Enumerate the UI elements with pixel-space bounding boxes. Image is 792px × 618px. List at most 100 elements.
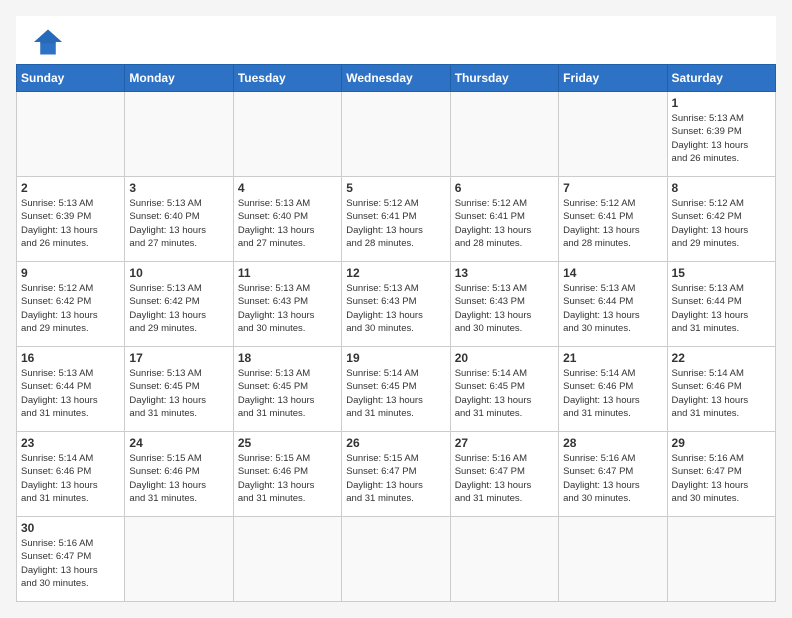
calendar-day-cell — [17, 92, 125, 177]
day-info: Sunrise: 5:13 AM Sunset: 6:43 PM Dayligh… — [346, 282, 445, 335]
weekday-row: SundayMondayTuesdayWednesdayThursdayFrid… — [17, 65, 776, 92]
calendar-day-cell: 10Sunrise: 5:13 AM Sunset: 6:42 PM Dayli… — [125, 262, 233, 347]
calendar-day-cell: 18 Sunrise: 5:13 AM Sunset: 6:45 PM Dayli… — [233, 347, 341, 432]
calendar-day-cell — [342, 92, 450, 177]
day-info: Sunrise: 5:13 AM Sunset: 6:44 PM Dayligh… — [672, 282, 771, 335]
calendar-week-row: 1Sunrise: 5:13 AM Sunset: 6:39 PM Daylig… — [17, 92, 776, 177]
day-number: 21 — [563, 351, 662, 365]
day-info: Sunrise: 5:13 AM Sunset: 6:45 PM Dayligh… — [129, 367, 228, 420]
calendar-day-cell: 5 Sunrise: 5:12 AM Sunset: 6:41 PM Daylig… — [342, 177, 450, 262]
calendar-day-cell: 8Sunrise: 5:12 AM Sunset: 6:42 PM Daylig… — [667, 177, 775, 262]
calendar-day-cell: 26 Sunrise: 5:15 AM Sunset: 6:47 PM Dayli… — [342, 432, 450, 517]
calendar-day-cell — [667, 517, 775, 602]
calendar-day-cell: 19 Sunrise: 5:14 AM Sunset: 6:45 PM Dayli… — [342, 347, 450, 432]
day-info: Sunrise: 5:12 AM Sunset: 6:41 PM Dayligh… — [346, 197, 445, 250]
day-info: Sunrise: 5:13 AM Sunset: 6:42 PM Dayligh… — [129, 282, 228, 335]
calendar-day-cell — [125, 92, 233, 177]
calendar-day-cell: 16 Sunrise: 5:13 AM Sunset: 6:44 PM Dayli… — [17, 347, 125, 432]
day-info: Sunrise: 5:14 AM Sunset: 6:46 PM Dayligh… — [21, 452, 120, 505]
calendar-day-cell: 11 Sunrise: 5:13 AM Sunset: 6:43 PM Dayli… — [233, 262, 341, 347]
day-info: Sunrise: 5:13 AM Sunset: 6:39 PM Dayligh… — [672, 112, 771, 165]
calendar-day-cell: 20Sunrise: 5:14 AM Sunset: 6:45 PM Dayli… — [450, 347, 558, 432]
day-info: Sunrise: 5:14 AM Sunset: 6:46 PM Dayligh… — [563, 367, 662, 420]
calendar-day-cell: 24 Sunrise: 5:15 AM Sunset: 6:46 PM Dayli… — [125, 432, 233, 517]
calendar-day-cell — [342, 517, 450, 602]
weekday-header: Wednesday — [342, 65, 450, 92]
day-number: 18 — [238, 351, 337, 365]
logo — [32, 28, 68, 56]
calendar-day-cell — [450, 517, 558, 602]
calendar-day-cell: 27 Sunrise: 5:16 AM Sunset: 6:47 PM Dayli… — [450, 432, 558, 517]
calendar-day-cell: 9Sunrise: 5:12 AM Sunset: 6:42 PM Daylig… — [17, 262, 125, 347]
day-info: Sunrise: 5:13 AM Sunset: 6:44 PM Dayligh… — [21, 367, 120, 420]
calendar-week-row: 9Sunrise: 5:12 AM Sunset: 6:42 PM Daylig… — [17, 262, 776, 347]
calendar-day-cell — [559, 517, 667, 602]
day-number: 5 — [346, 181, 445, 195]
calendar-day-cell — [450, 92, 558, 177]
day-info: Sunrise: 5:15 AM Sunset: 6:47 PM Dayligh… — [346, 452, 445, 505]
logo-icon — [32, 28, 64, 56]
day-number: 22 — [672, 351, 771, 365]
day-info: Sunrise: 5:13 AM Sunset: 6:43 PM Dayligh… — [455, 282, 554, 335]
day-number: 30 — [21, 521, 120, 535]
day-info: Sunrise: 5:12 AM Sunset: 6:41 PM Dayligh… — [563, 197, 662, 250]
day-info: Sunrise: 5:15 AM Sunset: 6:46 PM Dayligh… — [238, 452, 337, 505]
calendar-day-cell: 2Sunrise: 5:13 AM Sunset: 6:39 PM Daylig… — [17, 177, 125, 262]
day-number: 23 — [21, 436, 120, 450]
day-number: 12 — [346, 266, 445, 280]
day-info: Sunrise: 5:13 AM Sunset: 6:40 PM Dayligh… — [238, 197, 337, 250]
day-info: Sunrise: 5:14 AM Sunset: 6:45 PM Dayligh… — [346, 367, 445, 420]
day-info: Sunrise: 5:13 AM Sunset: 6:45 PM Dayligh… — [238, 367, 337, 420]
day-number: 28 — [563, 436, 662, 450]
calendar-day-cell: 30Sunrise: 5:16 AM Sunset: 6:47 PM Dayli… — [17, 517, 125, 602]
calendar-day-cell: 23 Sunrise: 5:14 AM Sunset: 6:46 PM Dayli… — [17, 432, 125, 517]
day-number: 9 — [21, 266, 120, 280]
day-number: 4 — [238, 181, 337, 195]
day-number: 20 — [455, 351, 554, 365]
day-number: 16 — [21, 351, 120, 365]
day-number: 6 — [455, 181, 554, 195]
day-number: 2 — [21, 181, 120, 195]
calendar-day-cell: 29 Sunrise: 5:16 AM Sunset: 6:47 PM Dayli… — [667, 432, 775, 517]
day-info: Sunrise: 5:16 AM Sunset: 6:47 PM Dayligh… — [455, 452, 554, 505]
calendar-day-cell: 6 Sunrise: 5:12 AM Sunset: 6:41 PM Daylig… — [450, 177, 558, 262]
day-number: 24 — [129, 436, 228, 450]
day-number: 27 — [455, 436, 554, 450]
weekday-header: Saturday — [667, 65, 775, 92]
day-info: Sunrise: 5:14 AM Sunset: 6:46 PM Dayligh… — [672, 367, 771, 420]
calendar-day-cell: 17 Sunrise: 5:13 AM Sunset: 6:45 PM Dayli… — [125, 347, 233, 432]
day-number: 19 — [346, 351, 445, 365]
calendar-day-cell: 7 Sunrise: 5:12 AM Sunset: 6:41 PM Daylig… — [559, 177, 667, 262]
day-number: 14 — [563, 266, 662, 280]
day-info: Sunrise: 5:13 AM Sunset: 6:43 PM Dayligh… — [238, 282, 337, 335]
calendar-table: SundayMondayTuesdayWednesdayThursdayFrid… — [16, 64, 776, 602]
day-number: 26 — [346, 436, 445, 450]
day-number: 29 — [672, 436, 771, 450]
day-number: 17 — [129, 351, 228, 365]
day-number: 7 — [563, 181, 662, 195]
calendar-header: SundayMondayTuesdayWednesdayThursdayFrid… — [17, 65, 776, 92]
day-number: 13 — [455, 266, 554, 280]
calendar-day-cell: 13 Sunrise: 5:13 AM Sunset: 6:43 PM Dayli… — [450, 262, 558, 347]
calendar-day-cell: 3Sunrise: 5:13 AM Sunset: 6:40 PM Daylig… — [125, 177, 233, 262]
day-number: 11 — [238, 266, 337, 280]
weekday-header: Tuesday — [233, 65, 341, 92]
calendar-day-cell — [125, 517, 233, 602]
calendar-day-cell: 14 Sunrise: 5:13 AM Sunset: 6:44 PM Dayli… — [559, 262, 667, 347]
day-info: Sunrise: 5:13 AM Sunset: 6:40 PM Dayligh… — [129, 197, 228, 250]
day-number: 15 — [672, 266, 771, 280]
day-number: 25 — [238, 436, 337, 450]
day-info: Sunrise: 5:12 AM Sunset: 6:41 PM Dayligh… — [455, 197, 554, 250]
day-info: Sunrise: 5:15 AM Sunset: 6:46 PM Dayligh… — [129, 452, 228, 505]
day-info: Sunrise: 5:16 AM Sunset: 6:47 PM Dayligh… — [672, 452, 771, 505]
weekday-header: Monday — [125, 65, 233, 92]
weekday-header: Thursday — [450, 65, 558, 92]
calendar-day-cell: 28Sunrise: 5:16 AM Sunset: 6:47 PM Dayli… — [559, 432, 667, 517]
calendar-day-cell: 12 Sunrise: 5:13 AM Sunset: 6:43 PM Dayli… — [342, 262, 450, 347]
calendar-day-cell: 4 Sunrise: 5:13 AM Sunset: 6:40 PM Daylig… — [233, 177, 341, 262]
calendar-page: SundayMondayTuesdayWednesdayThursdayFrid… — [16, 16, 776, 602]
day-info: Sunrise: 5:13 AM Sunset: 6:44 PM Dayligh… — [563, 282, 662, 335]
calendar-day-cell — [233, 517, 341, 602]
header — [16, 16, 776, 64]
calendar-week-row: 30Sunrise: 5:16 AM Sunset: 6:47 PM Dayli… — [17, 517, 776, 602]
